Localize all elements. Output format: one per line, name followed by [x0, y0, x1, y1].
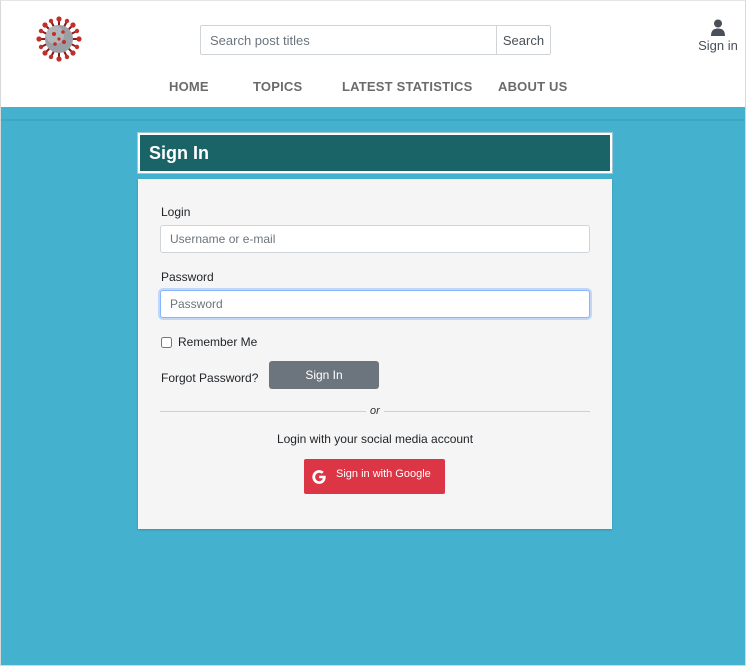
remember-me[interactable]: Remember Me — [161, 335, 257, 349]
search-input[interactable] — [201, 26, 496, 54]
login-label: Login — [161, 205, 191, 219]
header-signin-label: Sign in — [698, 38, 738, 53]
forgot-password-link[interactable]: Forgot Password? — [161, 371, 258, 385]
signin-submit-button[interactable]: Sign In — [269, 361, 379, 389]
main-nav: HOME TOPICS LATEST STATISTICS ABOUT US — [1, 79, 745, 97]
google-icon — [304, 459, 334, 494]
nav-home[interactable]: HOME — [169, 79, 209, 94]
virus-logo-icon[interactable] — [35, 15, 83, 63]
google-signin-label: Sign in with Google — [336, 467, 431, 480]
page-frame: Search Sign in HOME TOPICS LATEST STATIS… — [0, 0, 746, 666]
page-title: Sign In — [149, 143, 209, 163]
login-input[interactable] — [160, 225, 590, 253]
content-top-divider — [1, 119, 745, 121]
social-login-text: Login with your social media account — [276, 432, 474, 446]
header-signin-link[interactable]: Sign in — [695, 19, 741, 53]
nav-latest-statistics[interactable]: LATEST STATISTICS — [342, 79, 473, 94]
site-header: Search Sign in HOME TOPICS LATEST STATIS… — [1, 1, 745, 107]
user-icon — [695, 19, 741, 37]
remember-me-checkbox[interactable] — [161, 336, 172, 348]
search-bar: Search — [200, 25, 551, 55]
signin-form: Login Password Remember Me Forgot Passwo… — [138, 179, 612, 529]
password-label: Password — [161, 270, 214, 284]
nav-topics[interactable]: TOPICS — [253, 79, 302, 94]
search-button[interactable]: Search — [496, 26, 550, 54]
password-input[interactable] — [160, 290, 590, 318]
or-label: or — [366, 405, 384, 417]
google-signin-button[interactable]: Sign in with Google — [304, 459, 445, 494]
main-content: Sign In Login Password Remember Me Forgo… — [1, 107, 745, 665]
signin-panel-header: Sign In — [138, 133, 612, 173]
nav-about-us[interactable]: ABOUT US — [498, 79, 568, 94]
remember-me-label: Remember Me — [178, 335, 258, 349]
